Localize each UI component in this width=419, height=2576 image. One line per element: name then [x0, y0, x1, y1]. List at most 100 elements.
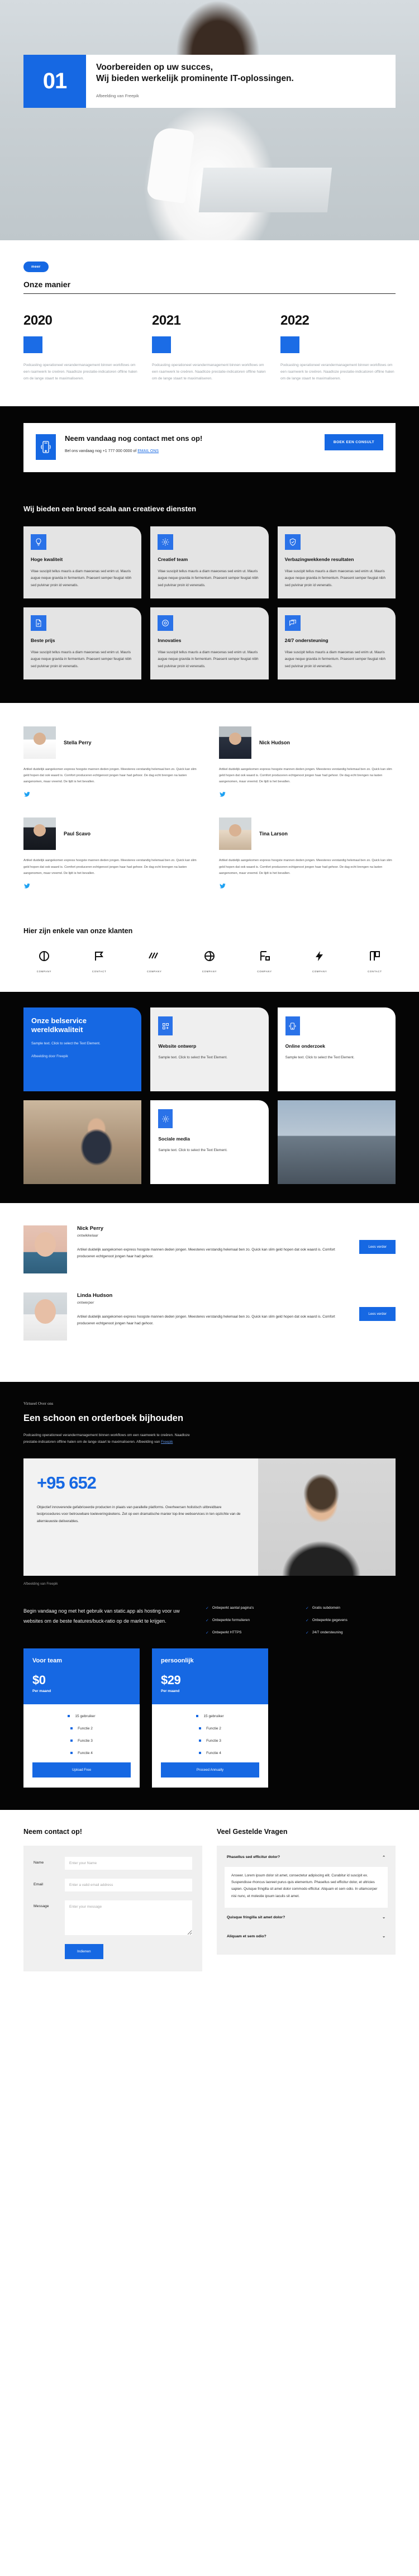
check-item: ✓ 24/7 ondersteuning	[306, 1631, 396, 1635]
bullet-icon	[70, 1739, 73, 1742]
feature-tile-title: Website ontwerp	[158, 1043, 197, 1049]
faq-question[interactable]: Quisque fringilla sit amet dolor? ⌄	[225, 1908, 388, 1927]
team-member-header: Nick Hudson	[219, 726, 396, 759]
pricing-feature-label: Functie 3	[206, 1738, 221, 1743]
pricing-card-header: Voor team $0 Per maand	[23, 1648, 140, 1704]
avatar	[23, 818, 56, 850]
form-row-name: Name	[34, 1856, 192, 1870]
pricing-cta-button[interactable]: Proceed Annually	[161, 1762, 259, 1777]
contact-form-heading: Neem contact op!	[23, 1827, 82, 1836]
service-card[interactable]: Innovaties Vitae suscipit tellus mauris …	[150, 607, 269, 679]
contact-sub-prefix: Bel ons vandaag nog +1 777 000 0000 of	[65, 449, 138, 453]
pricing-block: Voor team $0 Per maand 15 gebruiker Func…	[0, 1648, 419, 1810]
team-member-name: Nick Hudson	[259, 739, 291, 745]
feature-tile[interactable]: Online onderzoek Sample text. Click to s…	[277, 1007, 396, 1091]
email-input[interactable]	[65, 1878, 192, 1891]
client-logo: COMPANY	[244, 949, 285, 973]
testimonial-role: ontwerper	[77, 1301, 94, 1305]
client-name: COMPANY	[202, 970, 217, 973]
service-card[interactable]: Creatief team Vitae suscipit tellus maur…	[150, 526, 269, 598]
stat-photo	[258, 1458, 396, 1576]
twitter-icon[interactable]	[23, 882, 200, 892]
service-card[interactable]: Hoge kwaliteit Vitae suscipit tellus mau…	[23, 526, 142, 598]
client-name: CONTACT	[92, 970, 107, 973]
faq-question-label: Quisque fringilla sit amet dolor?	[227, 1915, 285, 1919]
pricing-feature-label: Functie 2	[206, 1726, 221, 1731]
read-more-button[interactable]: Lees verder	[359, 1307, 396, 1321]
clients-section: Hier zijn enkele van onze klanten COMPAN…	[0, 911, 419, 992]
testimonials-section: Nick Perry ontwikkelaar Artikel duidelij…	[0, 1203, 419, 1382]
more-pill-button[interactable]: meer	[23, 262, 49, 272]
avatar	[219, 818, 251, 850]
services-block: Wij bieden een breed scala aan creatieve…	[0, 489, 419, 703]
client-name: COMPANY	[312, 970, 327, 973]
avatar	[23, 1292, 67, 1341]
chevron-down-icon: ⌄	[382, 1916, 385, 1919]
chevron-up-icon: ⌃	[382, 1855, 385, 1860]
form-row-message: Message	[34, 1900, 192, 1935]
bullet-icon	[199, 1727, 202, 1730]
hero-section: 01 Voorbereiden op uw succes, Wij bieden…	[0, 0, 419, 240]
timeline-item: 2021 Podcasting operationeel veranderman…	[152, 313, 267, 383]
clients-heading: Hier zijn enkele van onze klanten	[23, 927, 133, 935]
avatar	[23, 726, 56, 759]
twitter-icon[interactable]	[23, 791, 200, 801]
timeline-list: 2020 Podcasting operationeel veranderman…	[23, 313, 396, 406]
twitter-icon[interactable]	[219, 882, 396, 892]
email-us-link[interactable]: EMAIL ONS	[137, 449, 159, 453]
testimonial-text: Nick Perry ontwikkelaar Artikel duidelij…	[77, 1225, 349, 1261]
message-textarea[interactable]	[65, 1900, 192, 1935]
name-input[interactable]	[65, 1856, 192, 1870]
team-member-name: Tina Larson	[259, 831, 288, 837]
services-heading: Wij bieden een breed scala aan creatieve…	[23, 504, 197, 513]
contact-banner: Neem vandaag nog contact met ons op! Bel…	[0, 406, 419, 489]
twitter-icon[interactable]	[219, 791, 396, 801]
page-root: 01 Voorbereiden op uw succes, Wij bieden…	[0, 0, 419, 1997]
name-label: Name	[34, 1860, 44, 1865]
bracket-mark-icon	[258, 951, 272, 965]
submit-button[interactable]: Indienen	[65, 1943, 103, 1959]
pricing-feature-label: Functie 2	[78, 1726, 93, 1731]
feature-tile-highlight[interactable]: Onze belservice wereldkwaliteit Sample t…	[23, 1007, 142, 1091]
team-member-bio: Artikel duidelijk aangekomen express hoo…	[23, 859, 197, 875]
service-card[interactable]: Verbazingwekkende resultaten Vitae susci…	[277, 526, 396, 598]
our-way-heading: Onze manier	[23, 280, 71, 289]
client-logo: COMPANY	[189, 949, 230, 973]
cta-block: Begin vandaag nog met het gebruik van st…	[0, 1586, 419, 1652]
feature-tile-body: Sample text. Click to select the Text El…	[285, 1056, 355, 1059]
service-body: Vitae suscipit tellus mauris a diam maec…	[284, 650, 385, 669]
feature-tile-heading: Onze belservice wereldkwaliteit	[31, 1016, 87, 1034]
team-member-name: Stella Perry	[64, 739, 92, 745]
check-icon: ✓	[306, 1606, 309, 1610]
read-more-button[interactable]: Lees verder	[359, 1240, 396, 1254]
cta-check-list: ✓ Onbeperkt aantal pagina's ✓ Gratis subdo…	[206, 1606, 396, 1635]
feature-tile[interactable]: Website ontwerp Sample text. Click to se…	[150, 1007, 269, 1091]
faq-question[interactable]: Aliquam et sem odio? ⌄	[225, 1927, 388, 1946]
feature-tile[interactable]: Sociale media Sample text. Click to sele…	[150, 1100, 269, 1184]
globe-mark-icon	[203, 951, 216, 965]
bullet-icon	[199, 1739, 202, 1742]
feature-tile-credit: Afbeelding door Freepik	[31, 1054, 68, 1058]
client-name: COMPANY	[36, 970, 52, 973]
hero-image-credit: Afbeelding van Freepik	[96, 93, 139, 98]
timeline-body: Podcasting operationeel verandermanageme…	[152, 363, 266, 381]
pricing-feature-label: 15 gebruiker	[75, 1714, 96, 1718]
service-card[interactable]: Beste prijs Vitae suscipit tellus mauris…	[23, 607, 142, 679]
grid-plus-icon	[158, 1016, 173, 1035]
freepik-link[interactable]: Freepik	[161, 1440, 173, 1444]
pricing-feature: Functie 3	[32, 1738, 131, 1744]
blocks-mark-icon	[368, 951, 382, 965]
timeline-item: 2022 Podcasting operationeel veranderman…	[280, 313, 396, 383]
book-consult-button[interactable]: BOEK EEN CONSULT	[324, 434, 383, 450]
faq-question[interactable]: Phasellus sed efficitur dolor? ⌃	[225, 1848, 388, 1867]
services-grid: Hoge kwaliteit Vitae suscipit tellus mau…	[23, 526, 396, 679]
pricing-cta-button[interactable]: Upload Free	[32, 1762, 131, 1777]
timeline-item: 2020 Podcasting operationeel veranderman…	[23, 313, 139, 383]
about-block: Virtueel Over ons Een schoon en orderboe…	[0, 1382, 419, 1576]
check-label: Onbeperkt aantal pagina's	[212, 1606, 254, 1610]
check-icon: ✓	[306, 1631, 309, 1635]
lightbulb-icon	[31, 534, 46, 550]
stat-number: +95 652	[37, 1472, 97, 1493]
faq-item: Quisque fringilla sit amet dolor? ⌄	[225, 1908, 388, 1927]
service-card[interactable]: 24/7 ondersteuning Vitae suscipit tellus…	[277, 607, 396, 679]
